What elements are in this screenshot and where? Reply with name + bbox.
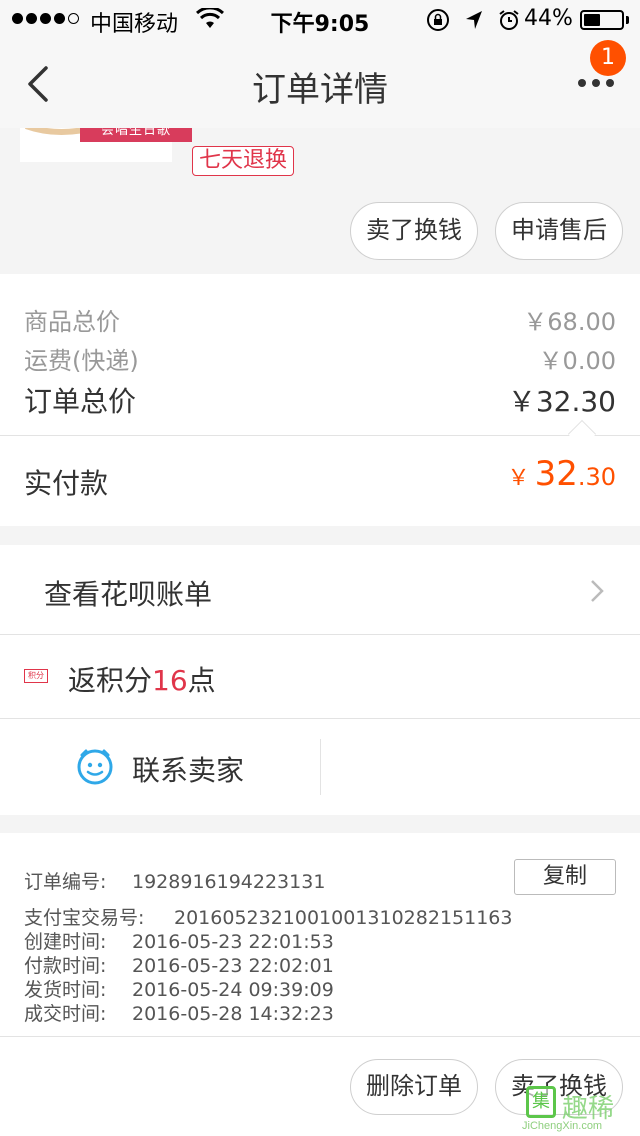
product-image[interactable]: 会唱生日歌	[20, 128, 192, 162]
points-reward-row: 积分 返积分16点	[0, 635, 640, 719]
alarm-clock-icon	[499, 10, 519, 30]
chat-face-icon[interactable]	[76, 747, 114, 785]
paid-time-row: 付款时间: 2016-05-23 22:02:01	[24, 951, 334, 978]
shipped-time-value: 2016-05-24 09:39:09	[132, 979, 334, 1001]
points-suffix: 点	[187, 664, 216, 697]
contact-seller-row: 联系卖家	[0, 719, 640, 815]
points-prefix: 返积分	[68, 664, 153, 697]
closed-time-row: 成交时间: 2016-05-28 14:32:23	[24, 999, 334, 1026]
alipay-number-value: 2016052321001001310282151163	[174, 907, 513, 929]
closed-time-value: 2016-05-28 14:32:23	[132, 1003, 334, 1025]
divider	[0, 1036, 640, 1037]
shipped-time-row: 发货时间: 2016-05-24 09:39:09	[24, 975, 334, 1002]
divider	[0, 435, 640, 436]
paid-time-value: 2016-05-23 22:02:01	[132, 955, 334, 977]
items-price-label: 商品总价	[24, 308, 120, 336]
price-summary: 商品总价 ￥68.00 运费(快递) ￥0.00 订单总价 ￥32.30 实付款…	[0, 274, 640, 526]
created-time-label: 创建时间:	[24, 931, 107, 953]
shipping-row: 运费(快递) ￥0.00	[24, 341, 616, 376]
alipay-number-label: 支付宝交易号:	[24, 907, 145, 929]
closed-time-label: 成交时间:	[24, 1003, 107, 1025]
created-time-value: 2016-05-23 22:01:53	[132, 931, 334, 953]
copy-button[interactable]: 复制	[514, 859, 616, 895]
paid-time-label: 付款时间:	[24, 955, 107, 977]
product-ribbon: 会唱生日歌	[80, 128, 192, 142]
paid-amount: ￥ 32.30	[507, 454, 616, 494]
paid-decimal: .30	[577, 463, 616, 491]
created-time-row: 创建时间: 2016-05-23 22:01:53	[24, 927, 334, 954]
order-number-row: 订单编号: 1928916194223131	[24, 867, 325, 894]
apply-aftersale-button[interactable]: 申请售后	[495, 202, 623, 260]
battery-tip	[626, 16, 629, 24]
order-total-value: ￥32.30	[507, 385, 616, 418]
points-reward-text: 返积分16点	[68, 659, 216, 699]
shipped-time-label: 发货时间:	[24, 979, 107, 1001]
notification-badge: 1	[590, 40, 626, 76]
alipay-number-row: 支付宝交易号: 2016052321001001310282151163	[24, 903, 512, 930]
sell-for-cash-button[interactable]: 卖了换钱	[350, 202, 478, 260]
watermark-url: JiChengXin.com	[522, 1120, 603, 1132]
delete-order-button[interactable]: 删除订单	[350, 1059, 478, 1115]
chevron-right-icon	[591, 580, 604, 602]
divider-notch	[567, 419, 597, 449]
view-huabei-bill-row[interactable]: 查看花呗账单	[0, 545, 640, 635]
nav-bar: 订单详情 1	[0, 40, 640, 128]
location-arrow-icon	[466, 11, 482, 29]
divider	[320, 739, 321, 795]
points-icon: 积分	[24, 669, 48, 683]
order-number-value: 1928916194223131	[132, 871, 326, 893]
order-number-label: 订单编号:	[24, 871, 107, 893]
contact-seller-button[interactable]: 联系卖家	[132, 749, 244, 789]
watermark: 集 趣稀 JiChengXin.com	[522, 1086, 638, 1136]
orientation-lock-icon	[427, 9, 449, 31]
page-title: 订单详情	[252, 70, 388, 110]
paid-integer: 32	[534, 454, 578, 494]
seven-day-return-tag: 七天退换	[192, 146, 295, 176]
watermark-logo: 集	[526, 1086, 556, 1118]
shipping-value: ￥0.00	[538, 347, 616, 375]
order-total-row: 订单总价 ￥32.30	[24, 380, 616, 420]
status-bar: 中国移动 下午9:05 44%	[0, 0, 640, 40]
shipping-label: 运费(快递)	[24, 347, 139, 375]
battery-level	[584, 14, 600, 26]
product-area: 会唱生日歌 七天退换 卖了换钱 申请售后	[0, 128, 640, 274]
items-price-row: 商品总价 ￥68.00	[24, 302, 616, 337]
view-huabei-bill-label: 查看花呗账单	[44, 578, 213, 611]
battery-percentage: 44%	[524, 6, 573, 31]
points-number: 16	[152, 664, 188, 697]
items-price-value: ￥68.00	[523, 308, 616, 336]
actions-list: 查看花呗账单 积分 返积分16点 联系卖家	[0, 545, 640, 815]
paid-currency: ￥	[507, 466, 530, 491]
order-total-label: 订单总价	[24, 385, 137, 418]
paid-label: 实付款	[24, 467, 109, 500]
